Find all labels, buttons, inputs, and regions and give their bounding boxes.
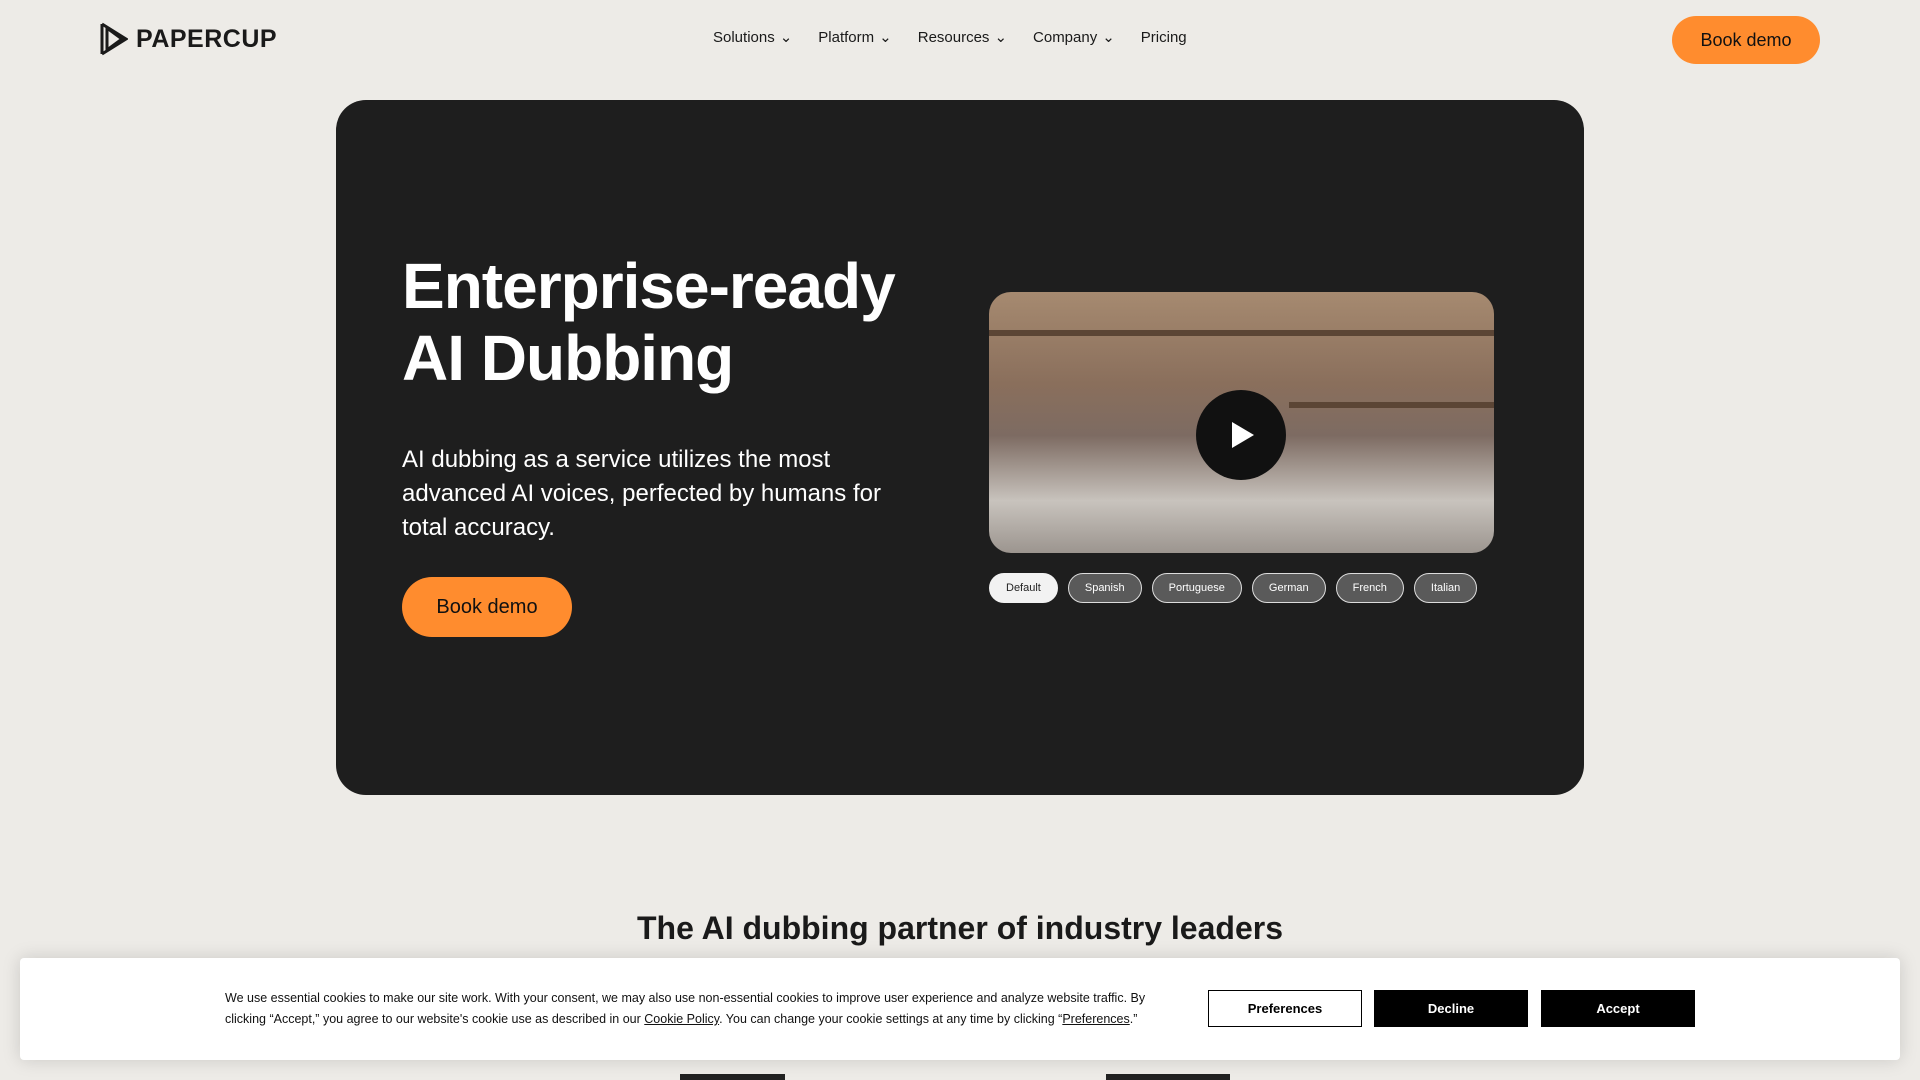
language-italian[interactable]: Italian [1413, 573, 1478, 603]
nav-resources[interactable]: Resources ⌄ [917, 28, 1008, 47]
title-line: AI Dubbing [402, 322, 734, 394]
cookie-text-part: .” [1129, 1012, 1138, 1026]
play-icon [1232, 422, 1254, 448]
cookie-text-part: . You can change your cookie settings at… [719, 1012, 1063, 1026]
preferences-link[interactable]: Preferences [1062, 1012, 1129, 1026]
language-spanish[interactable]: Spanish [1067, 573, 1142, 603]
nav-company[interactable]: Company ⌄ [1033, 28, 1115, 47]
nav-label: Pricing [1140, 28, 1187, 46]
nav-label: Solutions [713, 28, 775, 46]
language-french[interactable]: French [1335, 573, 1404, 603]
decline-button[interactable]: Decline [1374, 990, 1528, 1027]
partners-heading: The AI dubbing partner of industry leade… [637, 910, 1283, 946]
cookie-policy-link[interactable]: Cookie Policy [644, 1012, 719, 1026]
hero-description: AI dubbing as a service utilizes the mos… [402, 446, 881, 541]
nav-label: Company [1033, 28, 1098, 46]
logo-text: PAPERCUP [136, 24, 278, 53]
title-line: Enterprise-ready [402, 250, 896, 322]
language-default[interactable]: Default [989, 573, 1058, 603]
language-selector: Default Spanish Portuguese German French… [989, 573, 1478, 603]
language-portuguese[interactable]: Portuguese [1151, 573, 1242, 603]
hero-title: Enterprise-ready AI Dubbing [402, 250, 896, 394]
nav-pricing[interactable]: Pricing [1141, 28, 1187, 46]
chevron-down-icon: ⌄ [994, 29, 1008, 46]
partner-logo [1106, 1074, 1230, 1080]
main-nav: Solutions ⌄ Platform ⌄ Resources ⌄ Company ⌄… [713, 28, 1187, 47]
play-button[interactable] [1196, 390, 1286, 480]
partner-logo [680, 1074, 785, 1080]
video-shelf [1289, 402, 1494, 408]
accept-button[interactable]: Accept [1541, 990, 1695, 1027]
papercup-logo-icon [100, 22, 128, 56]
cookie-text: We use essential cookies to make our sit… [225, 988, 1180, 1030]
hero-card: Enterprise-ready AI Dubbing AI dubbing as… [336, 100, 1584, 795]
video-shelf [989, 330, 1494, 336]
header-book-demo-button[interactable]: Book demo [1672, 16, 1820, 64]
nav-label: Resources [917, 28, 990, 46]
nav-platform[interactable]: Platform ⌄ [818, 28, 892, 47]
chevron-down-icon: ⌄ [779, 29, 793, 46]
cookie-banner: We use essential cookies to make our sit… [20, 958, 1900, 1060]
preferences-button[interactable]: Preferences [1208, 990, 1362, 1027]
nav-label: Platform [818, 28, 875, 46]
video-player[interactable] [989, 292, 1494, 553]
papercup-logo[interactable]: PAPERCUP [100, 22, 277, 56]
hero-book-demo-button[interactable]: Book demo [402, 577, 572, 637]
chevron-down-icon: ⌄ [1102, 29, 1115, 46]
nav-solutions[interactable]: Solutions ⌄ [713, 28, 793, 47]
chevron-down-icon: ⌄ [879, 29, 892, 46]
language-german[interactable]: German [1251, 573, 1326, 603]
